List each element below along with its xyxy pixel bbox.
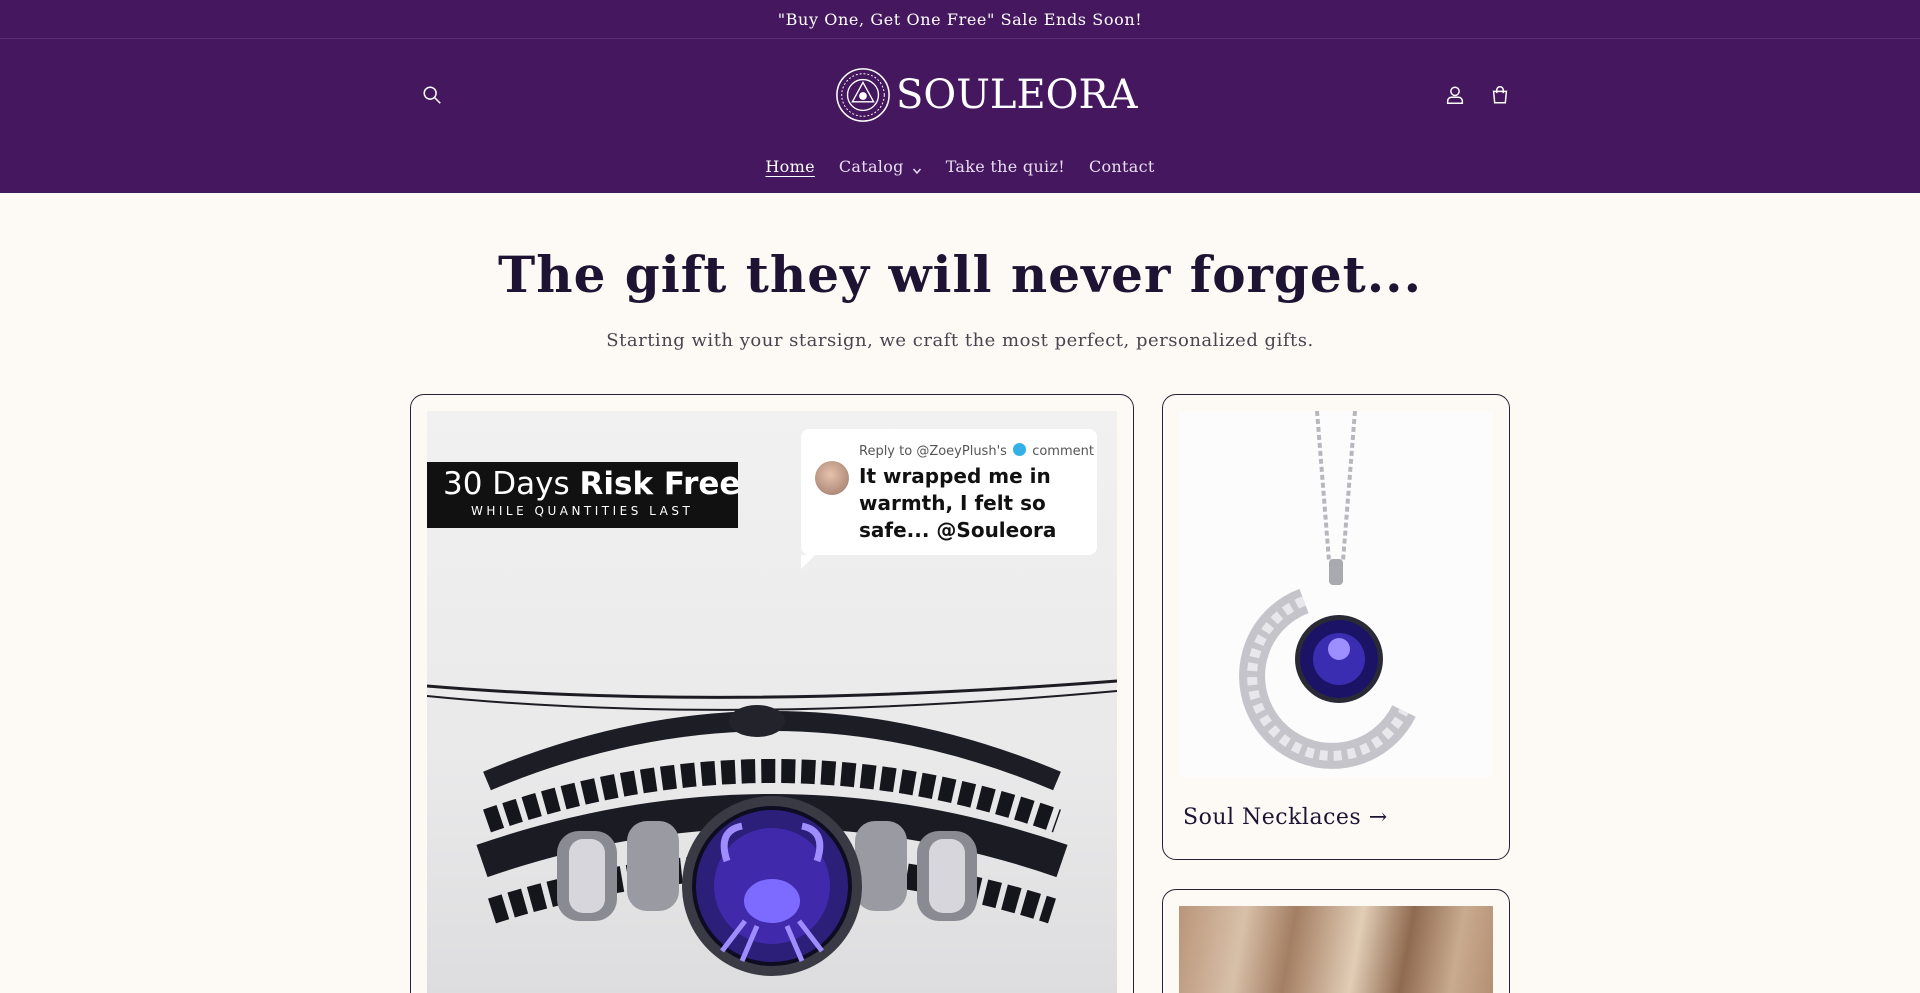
site-header: SOULEORA Home Catalog Take the quiz! Con… — [0, 39, 1920, 193]
avatar — [815, 461, 849, 495]
hero-title: The gift they will never forget... — [498, 245, 1422, 304]
risk-badge-main: 30 Days — [443, 466, 570, 502]
necklace-illustration — [1239, 410, 1416, 769]
nav-item-label: Home — [765, 156, 815, 176]
nav-item-label: Take the quiz! — [945, 156, 1065, 176]
logo-emblem-icon — [834, 66, 892, 124]
announcement-text: "Buy One, Get One Free" Sale Ends Soon! — [777, 9, 1143, 29]
cart-icon[interactable] — [1484, 79, 1516, 111]
chevron-down-icon — [912, 161, 922, 175]
verified-icon — [1013, 443, 1027, 456]
nav-item-label: Contact — [1088, 156, 1155, 176]
featured-product-image: 30 Days Risk Free WHILE QUANTITIES LAST … — [427, 411, 1117, 993]
brand-logo[interactable]: SOULEORA — [834, 65, 1137, 125]
nav-item-label: Catalog — [838, 156, 904, 176]
necklace-image — [1179, 410, 1493, 777]
hero-subtitle: Starting with your starsign, we craft th… — [606, 330, 1314, 351]
risk-free-badge: 30 Days Risk Free WHILE QUANTITIES LAST — [427, 462, 741, 528]
collection-card-necklaces[interactable]: Soul Necklaces → — [1162, 394, 1510, 860]
comment-text: It wrapped me in warmth, I felt so safe.… — [859, 464, 1057, 542]
comment-header-suffix: comment — [1032, 444, 1094, 459]
nav-item-catalog[interactable]: Catalog — [827, 157, 934, 176]
main-nav: Home Catalog Take the quiz! Contact — [0, 151, 1920, 181]
collection-card-label: Soul Necklaces → — [1183, 805, 1388, 830]
search-icon[interactable] — [416, 79, 448, 111]
risk-badge-bold: Risk Free — [579, 466, 741, 502]
bracelet-illustration — [427, 679, 1117, 976]
customer-comment: Reply to @ZoeyPlush's comment It wrapped… — [801, 429, 1097, 569]
announcement-bar: "Buy One, Get One Free" Sale Ends Soon! — [0, 0, 1920, 39]
brand-name: SOULEORA — [896, 72, 1138, 118]
featured-product-card[interactable]: 30 Days Risk Free WHILE QUANTITIES LAST … — [410, 394, 1134, 993]
collection-card-secondary[interactable] — [1162, 889, 1510, 993]
comment-header-prefix: Reply to @ZoeyPlush's — [859, 444, 1007, 459]
risk-badge-sub: WHILE QUANTITIES LAST — [471, 504, 694, 518]
account-icon[interactable] — [1439, 79, 1471, 111]
collection-card-image — [1179, 906, 1493, 993]
nav-item-contact[interactable]: Contact — [1077, 157, 1167, 176]
nav-item-home[interactable]: Home — [753, 157, 826, 176]
nav-item-quiz[interactable]: Take the quiz! — [934, 157, 1077, 176]
